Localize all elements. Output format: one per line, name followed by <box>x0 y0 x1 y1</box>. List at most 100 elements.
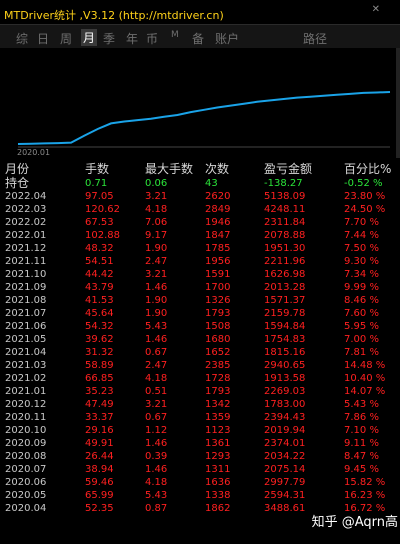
table-row: 2021.05 39.62 1.46 1680 1754.83 7.00 % <box>0 333 400 346</box>
cell-1: 33.37 <box>85 412 114 423</box>
table-row: 2021.09 43.79 1.46 1700 2013.28 9.99 % <box>0 281 400 294</box>
table-row: 2021.08 41.53 1.90 1326 1571.37 8.46 % <box>0 294 400 307</box>
tab-8[interactable]: 备 <box>192 30 204 47</box>
tab-9[interactable]: 账户 <box>215 30 239 47</box>
cell-3: 次数 <box>205 162 230 176</box>
cell-5: 7.44 % <box>344 230 379 241</box>
tab-10[interactable]: 路径 <box>303 30 327 47</box>
cell-2: 1.46 <box>145 438 168 449</box>
table-row: 2020.05 65.99 5.43 1338 2594.31 16.23 % <box>0 489 400 502</box>
cell-2: 1.12 <box>145 425 168 436</box>
cell-3: 1508 <box>205 321 231 332</box>
cell-2: 3.21 <box>145 269 168 280</box>
cell-1: 66.85 <box>85 373 114 384</box>
cell-4: 2997.79 <box>264 477 306 488</box>
cell-1: 54.51 <box>85 256 114 267</box>
cell-5: 百分比% <box>344 162 392 176</box>
cell-0: 2020.10 <box>5 425 47 436</box>
cell-5: 7.60 % <box>344 308 379 319</box>
cell-1: 52.35 <box>85 503 114 514</box>
cell-3: 1361 <box>205 438 231 449</box>
cell-4: 2211.96 <box>264 256 306 267</box>
cell-0: 2020.09 <box>5 438 47 449</box>
tab-4[interactable]: 季 <box>103 30 115 47</box>
cell-3: 1793 <box>205 308 231 319</box>
cell-4: 2269.03 <box>264 386 306 397</box>
cell-1: 38.94 <box>85 464 114 475</box>
cell-0: 持仓 <box>5 176 30 190</box>
cell-5: 16.23 % <box>344 490 386 501</box>
cell-5: 14.07 % <box>344 386 386 397</box>
cell-0: 2022.01 <box>5 230 47 241</box>
cell-5: 8.47 % <box>344 451 379 462</box>
cell-4: 2019.94 <box>264 425 306 436</box>
holding-row: 持仓 0.71 0.06 43 -138.27 -0.52 % <box>0 177 400 190</box>
cell-4: 3488.61 <box>264 503 306 514</box>
equity-line <box>17 91 391 145</box>
cell-5: 7.10 % <box>344 425 379 436</box>
table-row: 2021.06 54.32 5.43 1508 1594.84 5.95 % <box>0 320 400 333</box>
table-row: 2021.03 58.89 2.47 2385 2940.65 14.48 % <box>0 359 400 372</box>
cell-2: 1.46 <box>145 464 168 475</box>
cell-5: 7.34 % <box>344 269 379 280</box>
cell-4: 1571.37 <box>264 295 306 306</box>
cell-1: 67.53 <box>85 217 114 228</box>
tab-7[interactable]: M <box>171 30 179 40</box>
cell-4: 2034.22 <box>264 451 306 462</box>
scrollbar[interactable] <box>396 48 400 158</box>
cell-3: 1862 <box>205 503 231 514</box>
cell-2: 0.39 <box>145 451 168 462</box>
cell-2: 2.47 <box>145 256 168 267</box>
cell-1: 31.32 <box>85 347 114 358</box>
cell-4: 1594.84 <box>264 321 306 332</box>
cell-1: 0.71 <box>85 178 108 189</box>
cell-2: 7.06 <box>145 217 168 228</box>
cell-1: 44.42 <box>85 269 114 280</box>
tab-bar: 综日周月季年币 M 备账户 路径 <box>0 24 400 50</box>
cell-2: 0.51 <box>145 386 168 397</box>
table-row: 2021.10 44.42 3.21 1591 1626.98 7.34 % <box>0 268 400 281</box>
cell-3: 2385 <box>205 360 231 371</box>
close-icon[interactable]: ✕ <box>372 4 380 15</box>
cell-0: 2021.06 <box>5 321 47 332</box>
cell-1: 手数 <box>85 162 110 176</box>
cell-0: 2021.05 <box>5 334 47 345</box>
cell-0: 2021.12 <box>5 243 47 254</box>
table-row: 2021.01 35.23 0.51 1793 2269.03 14.07 % <box>0 385 400 398</box>
watermark: 知乎 @Aqrn高 <box>311 515 398 530</box>
cell-4: 2075.14 <box>264 464 306 475</box>
table-row: 2020.10 29.16 1.12 1123 2019.94 7.10 % <box>0 424 400 437</box>
cell-4: 1754.83 <box>264 334 306 345</box>
cell-2: 4.18 <box>145 373 168 384</box>
cell-5: 9.45 % <box>344 464 379 475</box>
cell-0: 2020.07 <box>5 464 47 475</box>
cell-0: 2021.08 <box>5 295 47 306</box>
tab-5[interactable]: 年 <box>126 30 138 47</box>
cell-2: 4.18 <box>145 204 168 215</box>
tab-2[interactable]: 周 <box>60 30 72 47</box>
window-title: MTDriver统计 ,V3.12 (http://mtdriver.cn) <box>4 9 224 22</box>
cell-3: 1359 <box>205 412 231 423</box>
cell-4: 2374.01 <box>264 438 306 449</box>
cell-3: 1785 <box>205 243 231 254</box>
cell-0: 2022.02 <box>5 217 47 228</box>
cell-1: 102.88 <box>85 230 120 241</box>
cell-1: 26.44 <box>85 451 114 462</box>
cell-2: 1.90 <box>145 295 168 306</box>
cell-4: 2013.28 <box>264 282 306 293</box>
table-row: 2021.04 31.32 0.67 1652 1815.16 7.81 % <box>0 346 400 359</box>
cell-5: 5.43 % <box>344 399 379 410</box>
cell-0: 2020.04 <box>5 503 47 514</box>
cell-0: 2021.03 <box>5 360 47 371</box>
table-row: 2020.12 47.49 3.21 1342 1783.00 5.43 % <box>0 398 400 411</box>
tab-6[interactable]: 币 <box>146 30 158 47</box>
cell-4: 1783.00 <box>264 399 306 410</box>
tab-3[interactable]: 月 <box>81 29 98 46</box>
cell-0: 2020.12 <box>5 399 47 410</box>
cell-0: 2021.10 <box>5 269 47 280</box>
tab-1[interactable]: 日 <box>37 30 49 47</box>
cell-3: 1728 <box>205 373 231 384</box>
tab-0[interactable]: 综 <box>16 30 28 47</box>
table-header: 月份 手数 最大手数 次数 盈亏金额 百分比% <box>0 162 400 177</box>
cell-3: 2620 <box>205 191 231 202</box>
